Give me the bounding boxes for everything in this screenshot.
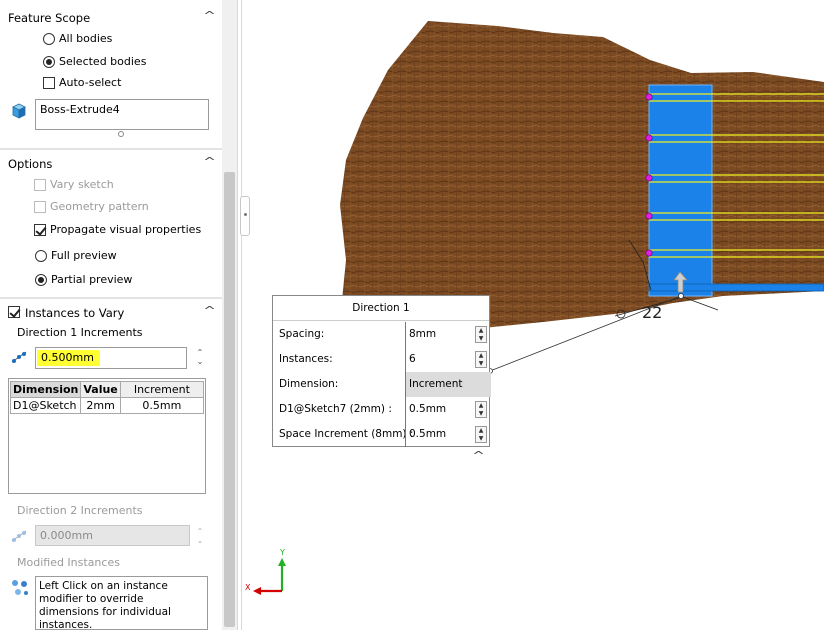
svg-text:X: X (245, 583, 251, 592)
dimension-table: Dimension Value Increment D1@Sketch 2mm … (9, 381, 205, 414)
propagate-visual-label: Propagate visual properties (50, 223, 202, 236)
spacing-label: Spacing: (279, 328, 325, 340)
panel-splitter[interactable] (237, 0, 242, 630)
geometry-pattern-checkbox[interactable] (34, 201, 46, 213)
modified-instances-icon (12, 580, 28, 595)
increment-spinner-icon[interactable]: ⌃ ⌄ (195, 527, 205, 545)
d1-increment-value: 0.5mm (409, 403, 447, 415)
property-manager: Feature Scope ^ All bodies Selected bodi… (0, 0, 222, 631)
space-increment-label: Space Increment (8mm) : (279, 428, 414, 440)
table-header: Dimension (9, 381, 82, 398)
svg-text:Y: Y (279, 548, 285, 557)
table-cell[interactable]: 0.5mm (119, 397, 205, 414)
increment-spinner-icon[interactable]: ⌃ ⌄ (195, 348, 205, 366)
dimension-table-box: Dimension Value Increment D1@Sketch 2mm … (8, 378, 206, 494)
direction1-increments-label: Direction 1 Increments (17, 326, 143, 339)
space-increment-row: Space Increment (8mm) : 0.5mm ▲ ▼ (273, 422, 489, 447)
popup-collapse-chevron-icon[interactable]: ^ (472, 449, 485, 462)
options-header[interactable]: Options ^ (0, 154, 222, 174)
bodies-selection-box[interactable]: Boss-Extrude4 (35, 99, 209, 130)
collapse-chevron-icon[interactable]: ^ (203, 304, 216, 317)
all-bodies-label: All bodies (59, 32, 113, 45)
popup-title: Direction 1 (273, 296, 489, 321)
section-divider (0, 148, 222, 150)
leader-anchor (678, 293, 684, 299)
d1-increment-input[interactable]: 0.5mm ▲ ▼ (405, 397, 491, 422)
table-cell: 2mm (80, 397, 121, 414)
all-bodies-radio[interactable] (43, 33, 55, 45)
instances-value: 6 (409, 353, 416, 365)
d1-increment-label: D1@Sketch7 (2mm) : (279, 403, 392, 415)
full-preview-label: Full preview (51, 249, 117, 262)
direction1-increment-value: 0.500mm (37, 350, 100, 366)
spacing-value: 8mm (409, 328, 437, 340)
instances-row: Instances: 6 ▲ ▼ (273, 347, 489, 372)
selected-body (648, 84, 713, 297)
direction2-increment-input[interactable]: 0.000mm (35, 525, 190, 546)
section-divider (0, 297, 222, 299)
resize-grip-icon[interactable] (118, 131, 124, 137)
solid-body-icon (12, 103, 26, 119)
feature-scope-header[interactable]: Feature Scope ^ (0, 8, 222, 28)
dimension-mode-dropdown[interactable]: Increment (405, 372, 491, 397)
dimension-mode-value: Increment (409, 378, 463, 390)
vary-sketch-checkbox[interactable] (34, 179, 46, 191)
selected-bodies-radio[interactable] (43, 56, 55, 68)
dimension-increment-icon (11, 530, 27, 542)
auto-select-label: Auto-select (59, 76, 122, 89)
dimension-label: Dimension: (279, 378, 339, 390)
full-preview-radio[interactable] (35, 250, 47, 262)
modified-instances-hint: Left Click on an instance modifier to ov… (39, 580, 171, 631)
propagate-visual-checkbox[interactable] (34, 224, 46, 236)
dimension-row: Dimension: Increment (273, 372, 491, 397)
collapse-chevron-icon[interactable]: ^ (203, 155, 216, 168)
direction2-increments-label: Direction 2 Increments (17, 504, 143, 517)
dimension-increment-icon (11, 351, 27, 363)
space-increment-value: 0.5mm (409, 428, 447, 440)
table-cell: D1@Sketch (9, 397, 82, 414)
dimension-text: 22 (642, 303, 662, 322)
spinner-icon[interactable]: ▲ ▼ (475, 401, 487, 418)
geometry-pattern-label: Geometry pattern (50, 200, 149, 213)
table-header: Increment (119, 381, 205, 398)
modified-instances-box[interactable]: Left Click on an instance modifier to ov… (35, 576, 208, 631)
partial-preview-radio[interactable] (35, 274, 47, 286)
spacing-row: Spacing: 8mm ▲ ▼ (273, 322, 489, 347)
spinner-icon[interactable]: ▲ ▼ (475, 326, 487, 343)
instances-to-vary-header[interactable]: Instances to Vary ^ (0, 303, 222, 323)
body-list-item[interactable]: Boss-Extrude4 (40, 103, 120, 116)
space-increment-input[interactable]: 0.5mm ▲ ▼ (405, 422, 491, 447)
vary-sketch-label: Vary sketch (50, 178, 114, 191)
table-row[interactable]: D1@Sketch 2mm 0.5mm (9, 397, 205, 414)
auto-select-checkbox[interactable] (43, 77, 55, 89)
feature-scope-title: Feature Scope (8, 11, 91, 25)
selected-bodies-label: Selected bodies (59, 55, 147, 68)
rail (648, 283, 824, 292)
modified-instances-label: Modified Instances (17, 556, 120, 569)
spinner-icon[interactable]: ▲ ▼ (475, 426, 487, 443)
d1-increment-row: D1@Sketch7 (2mm) : 0.5mm ▲ ▼ (273, 397, 489, 422)
direction2-increment-value: 0.000mm (40, 529, 93, 542)
instances-to-vary-checkbox[interactable] (8, 306, 20, 318)
direction1-increment-input[interactable]: 0.500mm (35, 347, 187, 369)
instances-to-vary-title: Instances to Vary (25, 306, 125, 320)
instances-label: Instances: (279, 353, 333, 365)
direction1-popup: Direction 1 Spacing: 8mm ▲ ▼ Instances: 6 ▲… (272, 295, 491, 447)
spinner-icon[interactable]: ▲ ▼ (475, 351, 487, 368)
collapse-chevron-icon[interactable]: ^ (203, 9, 216, 22)
options-title: Options (8, 157, 53, 171)
table-header: Value (80, 381, 121, 398)
partial-preview-label: Partial preview (51, 273, 133, 286)
table-header-row: Dimension Value Increment (9, 381, 205, 398)
scrollbar-thumb[interactable] (224, 172, 235, 627)
spacing-input[interactable]: 8mm ▲ ▼ (405, 322, 491, 347)
instances-input[interactable]: 6 ▲ ▼ (405, 347, 491, 372)
axis-triad: Y X (245, 548, 286, 595)
